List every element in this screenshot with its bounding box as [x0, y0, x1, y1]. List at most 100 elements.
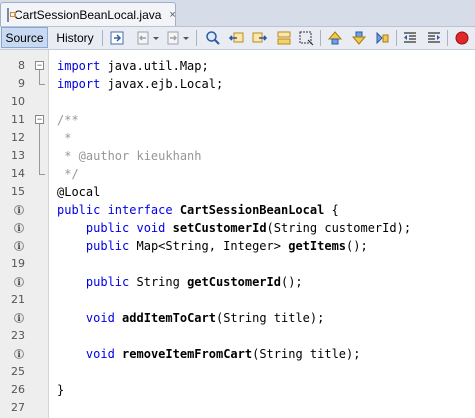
close-tab-icon[interactable]: × — [169, 9, 175, 21]
keyword-token: import — [57, 59, 101, 73]
toolbar-separator — [320, 30, 321, 46]
search-icon[interactable] — [205, 30, 221, 46]
comment-token: * @author kieukhanh — [57, 149, 202, 163]
last-edit-icon[interactable] — [109, 30, 125, 46]
implemented-by-icon[interactable]: i — [14, 205, 24, 215]
code-text: * @author kieukhanh — [57, 147, 202, 165]
back-icon[interactable] — [135, 30, 151, 46]
code-line[interactable]: 14 */ — [0, 165, 475, 183]
highlight-search-icon[interactable] — [276, 30, 292, 46]
declaration-token: getItems — [288, 239, 347, 253]
code-token: @Local — [57, 185, 101, 199]
line-number: 15 — [11, 185, 25, 198]
declaration-token: setCustomerId — [172, 221, 267, 235]
code-line[interactable]: 9 import javax.ejb.Local; — [0, 75, 475, 93]
rectangular-selection-icon[interactable] — [298, 30, 314, 46]
code-line[interactable]: 13 * @author kieukhanh — [0, 147, 475, 165]
fold-collapse-icon[interactable]: − — [35, 115, 44, 124]
code-text: public String getCustomerId(); — [57, 273, 303, 291]
next-bookmark-icon[interactable] — [351, 30, 367, 46]
implemented-by-icon[interactable]: i — [14, 241, 24, 251]
file-tab[interactable]: CartSessionBeanLocal.java × — [0, 2, 176, 26]
toolbar-separator — [196, 30, 197, 46]
previous-bookmark-icon[interactable] — [327, 30, 343, 46]
code-line[interactable]: 11 − /** — [0, 111, 475, 129]
code-line[interactable]: 12 * — [0, 129, 475, 147]
code-line[interactable]: 25 — [0, 363, 475, 381]
code-line[interactable]: i public void setCustomerId(String custo… — [0, 219, 475, 237]
code-line[interactable]: 10 — [0, 93, 475, 111]
source-view-button[interactable]: Source — [1, 27, 48, 48]
record-macro-icon[interactable] — [454, 30, 470, 46]
back-dropdown-icon[interactable] — [152, 30, 160, 46]
code-text: /** — [57, 111, 79, 129]
code-line[interactable]: i void addItemToCart(String title); — [0, 309, 475, 327]
code-text: void removeItemFromCart(String title); — [57, 345, 361, 363]
line-number: 19 — [11, 257, 25, 270]
line-number: 23 — [11, 329, 25, 342]
toolbar-separator — [396, 30, 397, 46]
code-line[interactable]: 23 — [0, 327, 475, 345]
code-line[interactable]: 21 — [0, 291, 475, 309]
line-number: 25 — [11, 365, 25, 378]
code-line[interactable]: 27 — [0, 399, 475, 417]
implemented-by-icon[interactable]: i — [14, 277, 24, 287]
history-view-button[interactable]: History — [52, 27, 98, 48]
keyword-token: void — [85, 347, 115, 361]
shift-line-right-icon[interactable] — [426, 30, 442, 46]
declaration-token: getCustomerId — [187, 275, 281, 289]
code-token: String — [129, 275, 188, 289]
fold-guide — [39, 165, 40, 174]
toggle-bookmark-icon[interactable] — [374, 30, 390, 46]
code-text: public void setCustomerId(String custome… — [57, 219, 411, 237]
forward-dropdown-icon[interactable] — [182, 30, 190, 46]
line-number: 27 — [11, 401, 25, 414]
find-next-icon[interactable] — [252, 30, 268, 46]
code-text: @Local — [57, 183, 100, 201]
comment-token: /** — [57, 113, 79, 127]
code-token: java.util.Map; — [100, 59, 209, 73]
shift-line-left-icon[interactable] — [402, 30, 418, 46]
code-text: import javax.ejb.Local; — [57, 75, 223, 93]
implemented-by-icon[interactable]: i — [14, 313, 24, 323]
code-line[interactable]: 19 — [0, 255, 475, 273]
line-number: 13 — [11, 149, 25, 162]
code-line[interactable]: 8 − import java.util.Map; — [0, 57, 475, 75]
code-text: void addItemToCart(String title); — [57, 309, 324, 327]
declaration-token: CartSessionBeanLocal — [179, 203, 325, 217]
line-number: 9 — [18, 77, 25, 90]
code-line[interactable]: i public interface CartSessionBeanLocal { — [0, 201, 475, 219]
forward-icon[interactable] — [165, 30, 181, 46]
find-previous-icon[interactable] — [228, 30, 244, 46]
code-line[interactable]: 15 @Local — [0, 183, 475, 201]
code-line[interactable]: 26} — [0, 381, 475, 399]
code-token: (); — [346, 239, 368, 253]
code-line[interactable]: i public Map<String, Integer> getItems()… — [0, 237, 475, 255]
code-line[interactable]: i public String getCustomerId(); — [0, 273, 475, 291]
line-number: 8 — [18, 59, 25, 72]
code-token: Map<String, Integer> — [129, 239, 289, 253]
line-number: 10 — [11, 95, 25, 108]
editor-toolbar: Source History — [0, 27, 475, 50]
implemented-by-icon[interactable]: i — [14, 223, 24, 233]
keyword-token: public interface — [57, 203, 173, 217]
code-line[interactable]: i void removeItemFromCart(String title); — [0, 345, 475, 363]
keyword-token: public void — [85, 221, 166, 235]
implemented-by-icon[interactable]: i — [14, 349, 24, 359]
keyword-token: import — [57, 77, 101, 91]
toolbar-separator — [102, 30, 103, 46]
code-text: import java.util.Map; — [57, 57, 209, 75]
comment-token: */ — [57, 167, 79, 181]
code-token: (String title); — [252, 347, 361, 361]
declaration-token: removeItemFromCart — [122, 347, 253, 361]
fold-collapse-icon[interactable]: − — [35, 61, 44, 70]
java-file-icon — [7, 7, 16, 22]
